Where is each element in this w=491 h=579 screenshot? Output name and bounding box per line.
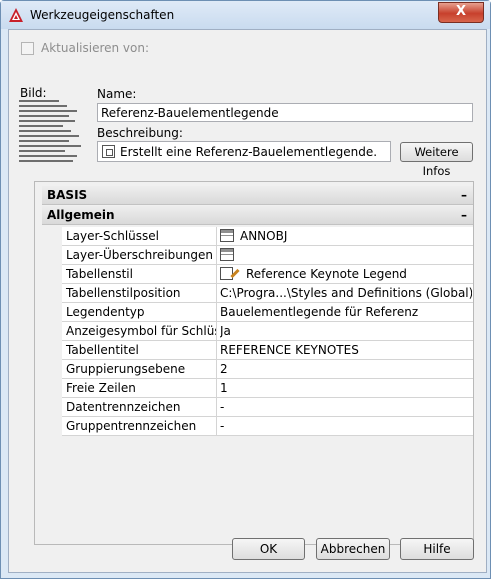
property-value[interactable]: - xyxy=(220,398,472,416)
property-key: Tabellenstil xyxy=(62,265,217,283)
autocad-logo-icon xyxy=(9,8,23,22)
name-label: Name: xyxy=(97,87,137,101)
property-value-text: ANNOBJ xyxy=(240,229,288,243)
category-allgemein[interactable]: Allgemein – xyxy=(42,206,473,225)
collapse-icon[interactable]: – xyxy=(461,206,467,225)
property-key: Tabellenstilposition xyxy=(62,284,217,302)
category-label: Allgemein xyxy=(47,208,115,222)
property-key: Layer-Schlüssel xyxy=(62,227,217,245)
close-button[interactable]: X xyxy=(438,2,484,23)
help-button[interactable]: Hilfe xyxy=(400,538,474,560)
property-value[interactable]: 2 xyxy=(220,360,472,378)
table-row[interactable]: Anzeigesymbol für Schlüssel Ja xyxy=(62,322,473,341)
table-row[interactable]: Datentrennzeichen - xyxy=(62,398,473,417)
update-from-label: Aktualisieren von: xyxy=(41,41,150,55)
description-text: Erstellt eine Referenz-Bauelementlegende… xyxy=(120,145,378,159)
property-key: Layer-Überschreibungen xyxy=(62,246,217,264)
property-value[interactable]: - xyxy=(220,417,472,435)
property-value[interactable]: Reference Keynote Legend xyxy=(220,265,472,283)
name-field[interactable]: Referenz-Bauelementlegende xyxy=(97,103,473,122)
category-label: BASIS xyxy=(47,188,88,202)
properties-dialog: Werkzeugeigenschaften X Aktualisieren vo… xyxy=(0,0,491,579)
table-row[interactable]: Freie Zeilen 1 xyxy=(62,379,473,398)
cancel-button[interactable]: Abbrechen xyxy=(316,538,390,560)
property-rows: Layer-Schlüssel ANNOBJ Layer-Überschreib… xyxy=(62,227,473,436)
table-row[interactable]: Legendentyp Bauelementlegende für Refere… xyxy=(62,303,473,322)
close-icon: X xyxy=(455,4,467,19)
description-field[interactable]: Erstellt eine Referenz-Bauelementlegende… xyxy=(97,141,391,162)
tool-preview-image xyxy=(19,100,87,170)
ok-button[interactable]: OK xyxy=(232,538,305,560)
property-value[interactable]: Ja xyxy=(220,322,472,340)
image-label: Bild: xyxy=(20,86,47,100)
property-key: Datentrennzeichen xyxy=(62,398,217,416)
property-key: Gruppentrennzeichen xyxy=(62,417,217,435)
table-row[interactable]: Layer-Schlüssel ANNOBJ xyxy=(62,227,473,246)
table-icon[interactable] xyxy=(220,229,234,242)
table-row[interactable]: Layer-Überschreibungen xyxy=(62,246,473,265)
dialog-body: Aktualisieren von: Bild: Name: Referenz-… xyxy=(8,29,487,573)
table-row[interactable]: Tabellenstil Reference Keynote Legend xyxy=(62,265,473,284)
property-grid: BASIS – Allgemein – Layer-Schlüssel ANNO… xyxy=(34,181,474,545)
table-row[interactable]: Gruppentrennzeichen - xyxy=(62,417,473,436)
window-title: Werkzeugeigenschaften xyxy=(30,8,175,22)
title-bar[interactable]: Werkzeugeigenschaften X xyxy=(1,1,490,29)
table-icon[interactable] xyxy=(220,248,234,261)
description-label: Beschreibung: xyxy=(97,126,183,140)
property-value[interactable]: 1 xyxy=(220,379,472,397)
property-value[interactable]: C:\Progra...\Styles and Definitions (Glo… xyxy=(220,284,472,302)
property-value[interactable]: REFERENCE KEYNOTES xyxy=(220,341,472,359)
row-indent-margin xyxy=(42,227,62,466)
property-value[interactable]: ANNOBJ xyxy=(220,227,472,245)
property-key: Freie Zeilen xyxy=(62,379,217,397)
property-value-text: Reference Keynote Legend xyxy=(246,267,407,281)
property-key: Tabellentitel xyxy=(62,341,217,359)
category-basis[interactable]: BASIS – xyxy=(42,186,473,205)
table-row[interactable]: Gruppierungsebene 2 xyxy=(62,360,473,379)
table-row[interactable]: Tabellenstilposition C:\Progra...\Styles… xyxy=(62,284,473,303)
table-row[interactable]: Tabellentitel REFERENCE KEYNOTES xyxy=(62,341,473,360)
text-field-icon[interactable] xyxy=(102,145,115,158)
property-key: Anzeigesymbol für Schlüssel xyxy=(62,322,217,340)
update-from-checkbox[interactable] xyxy=(21,42,34,55)
more-info-button[interactable]: Weitere Infos xyxy=(400,142,473,178)
property-value[interactable]: Bauelementlegende für Referenz xyxy=(220,303,472,321)
property-key: Gruppierungsebene xyxy=(62,360,217,378)
property-value[interactable] xyxy=(220,246,472,264)
collapse-icon[interactable]: – xyxy=(461,186,467,205)
property-key: Legendentyp xyxy=(62,303,217,321)
